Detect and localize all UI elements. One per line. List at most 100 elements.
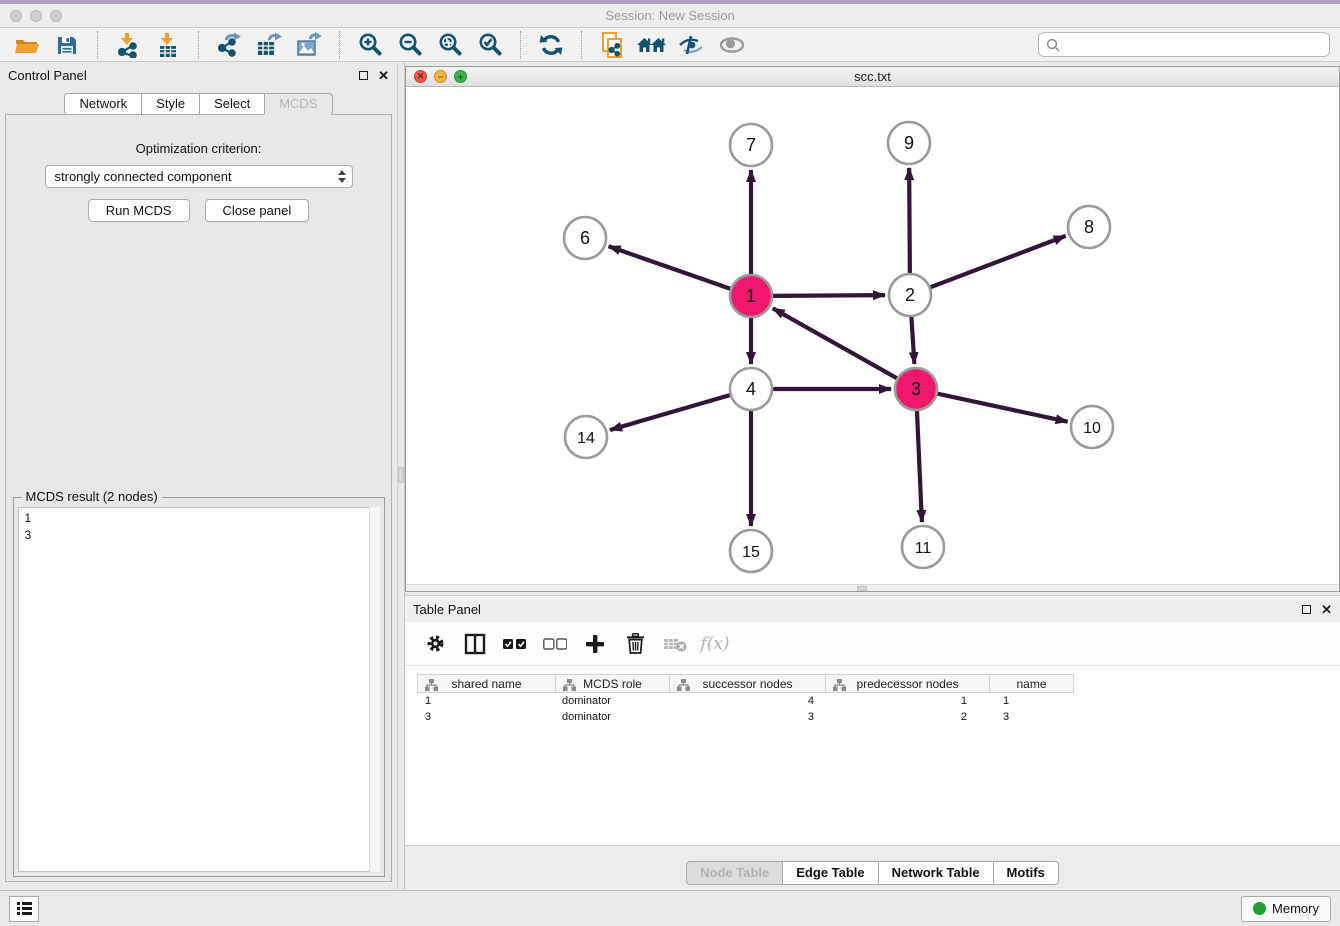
network-hscroll-handle[interactable] xyxy=(857,586,867,591)
hide-selected-button[interactable] xyxy=(675,30,709,60)
open-session-button[interactable] xyxy=(10,30,44,60)
save-session-button[interactable] xyxy=(50,30,84,60)
export-image-button[interactable] xyxy=(292,30,326,60)
open-folder-icon xyxy=(14,33,40,57)
memory-label: Memory xyxy=(1272,901,1319,916)
network-window-titlebar[interactable]: ✕−+ scc.txt xyxy=(406,67,1339,87)
memory-button[interactable]: Memory xyxy=(1241,896,1331,922)
graph-edge-3-11[interactable] xyxy=(917,411,922,522)
close-panel-icon[interactable]: ✕ xyxy=(1321,603,1332,616)
table-row[interactable]: 1dominator411 xyxy=(417,693,1078,709)
memory-status-dot xyxy=(1253,902,1266,915)
graph-edge-3-1[interactable] xyxy=(773,309,897,379)
graph-edge-1-6[interactable] xyxy=(609,247,731,289)
duplicate-network-button[interactable] xyxy=(595,30,629,60)
task-history-button[interactable] xyxy=(9,896,39,922)
select-all-button[interactable] xyxy=(503,632,527,656)
column-type-icon xyxy=(677,679,690,691)
graph-edge-3-10[interactable] xyxy=(938,394,1068,422)
control-panel-header: Control Panel ✕ xyxy=(0,62,397,88)
table-cell: 1 xyxy=(828,695,993,707)
function-builder-button-disabled: f(x) xyxy=(703,632,727,656)
tab-motifs[interactable]: Motifs xyxy=(993,861,1059,885)
zoom-out-button[interactable] xyxy=(393,30,427,60)
table-row[interactable]: 3dominator323 xyxy=(417,709,1078,725)
export-table-button[interactable] xyxy=(252,30,286,60)
column-header-successor-nodes[interactable]: successor nodes xyxy=(669,674,826,693)
refresh-icon xyxy=(538,32,564,58)
column-header-label: MCDS role xyxy=(583,677,642,691)
table-cell: 3 xyxy=(993,711,1078,723)
mcds-result-textarea[interactable]: 1 3 xyxy=(18,507,380,872)
search-input[interactable] xyxy=(1065,37,1322,52)
first-neighbors-button[interactable] xyxy=(635,30,669,60)
toolbar-separator xyxy=(339,31,340,59)
deselect-all-button[interactable] xyxy=(543,632,567,656)
column-header-predecessor-nodes[interactable]: predecessor nodes xyxy=(825,674,990,693)
close-panel-button[interactable]: Close panel xyxy=(205,199,310,222)
tab-network[interactable]: Network xyxy=(64,93,142,115)
optimization-criterion-label: Optimization criterion: xyxy=(136,141,262,156)
table-cell: 3 xyxy=(417,711,556,723)
graph-edge-2-9[interactable] xyxy=(909,168,910,273)
column-header-label: shared name xyxy=(451,677,521,691)
show-columns-button[interactable] xyxy=(463,632,487,656)
graph-node-label-1: 1 xyxy=(746,286,756,306)
control-panel: Control Panel ✕ NetworkStyleSelectMCDS O… xyxy=(0,62,397,890)
run-mcds-button[interactable]: Run MCDS xyxy=(88,199,190,222)
tab-network-table[interactable]: Network Table xyxy=(878,861,994,885)
delete-table-button-disabled xyxy=(663,632,687,656)
close-panel-icon[interactable]: ✕ xyxy=(378,69,389,82)
zoom-in-button[interactable] xyxy=(353,30,387,60)
zoom-fit-button[interactable] xyxy=(433,30,467,60)
tab-node-table[interactable]: Node Table xyxy=(686,861,783,885)
status-bar: Memory xyxy=(0,890,1340,926)
graph-node-label-2: 2 xyxy=(905,285,915,305)
column-header-label: name xyxy=(1016,677,1046,691)
criterion-dropdown[interactable]: strongly connected component xyxy=(45,165,353,188)
table-settings-button[interactable] xyxy=(423,632,447,656)
import-network-button[interactable] xyxy=(111,30,145,60)
tab-select[interactable]: Select xyxy=(199,93,265,115)
column-header-shared-name[interactable]: shared name xyxy=(417,674,556,693)
create-column-button[interactable] xyxy=(583,632,607,656)
refresh-layout-button[interactable] xyxy=(534,30,568,60)
tab-style[interactable]: Style xyxy=(141,93,200,115)
delete-table-icon xyxy=(663,635,687,653)
column-header-MCDS-role[interactable]: MCDS role xyxy=(555,674,670,693)
node-table: shared name MCDS role successor nodes prede… xyxy=(405,666,1340,845)
titlebar: Session: New Session xyxy=(0,4,1340,28)
float-panel-icon[interactable] xyxy=(359,71,368,80)
network-canvas[interactable]: 7968124314101511 xyxy=(406,87,1339,584)
tab-edge-table[interactable]: Edge Table xyxy=(782,861,878,885)
toolbar-separator xyxy=(198,31,199,59)
graph-node-label-14: 14 xyxy=(577,430,595,447)
import-table-button[interactable] xyxy=(151,30,185,60)
graph-edge-2-8[interactable] xyxy=(931,236,1066,287)
graph-edge-2-3[interactable] xyxy=(911,317,914,364)
close-view-button[interactable]: ✕ xyxy=(414,70,427,83)
zoom-selected-button[interactable] xyxy=(473,30,507,60)
column-header-label: successor nodes xyxy=(702,677,792,691)
checked-boxes-icon xyxy=(503,638,527,650)
network-hscrollbar[interactable] xyxy=(406,584,1339,591)
maximize-view-button[interactable]: + xyxy=(454,70,467,83)
graph-edge-1-2[interactable] xyxy=(773,296,885,297)
export-network-button[interactable] xyxy=(212,30,246,60)
float-panel-icon[interactable] xyxy=(1302,605,1311,614)
show-all-button[interactable] xyxy=(715,30,749,60)
mcds-result-scrollbar[interactable] xyxy=(369,507,380,872)
splitter-handle[interactable] xyxy=(398,467,404,483)
zoom-selected-icon xyxy=(477,32,503,58)
mcds-result-groupbox: MCDS result (2 nodes) 1 3 xyxy=(13,497,385,877)
minimize-view-button[interactable]: − xyxy=(434,70,447,83)
tab-mcds[interactable]: MCDS xyxy=(264,93,332,115)
delete-column-button[interactable] xyxy=(623,632,647,656)
gear-icon xyxy=(425,633,446,654)
toolbar-separator xyxy=(520,31,521,59)
zoom-out-icon xyxy=(397,32,423,58)
column-header-name[interactable]: name xyxy=(989,674,1074,693)
vertical-splitter[interactable] xyxy=(397,62,405,890)
criterion-dropdown-value: strongly connected component xyxy=(55,169,338,184)
graph-edge-4-14[interactable] xyxy=(610,396,730,431)
